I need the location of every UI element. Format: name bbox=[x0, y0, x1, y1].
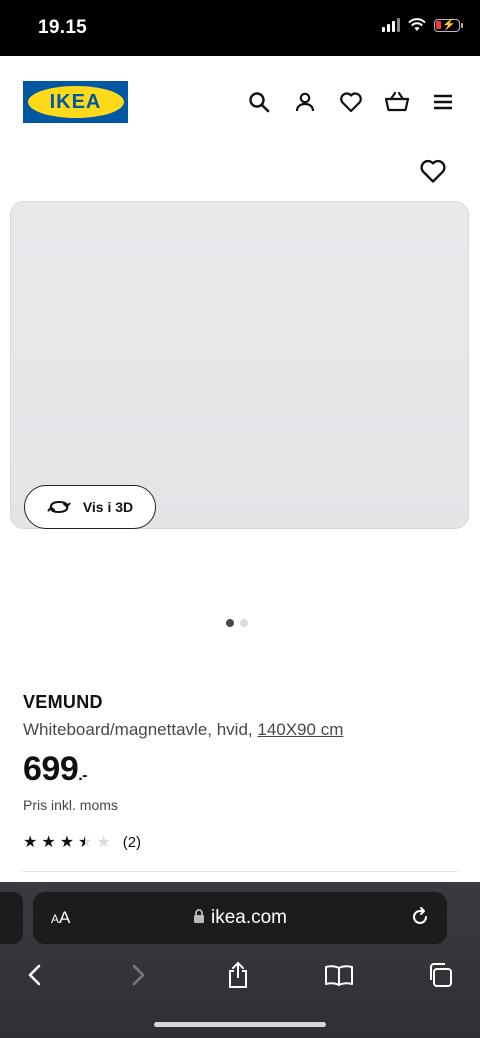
pagination-dot[interactable] bbox=[226, 619, 234, 627]
status-time: 19.15 bbox=[38, 17, 88, 38]
price-suffix: .- bbox=[78, 767, 88, 784]
price-value: 699 bbox=[23, 750, 79, 788]
back-icon[interactable] bbox=[18, 958, 52, 992]
star-empty-icon: ★ bbox=[96, 833, 111, 851]
url-display[interactable]: ikea.com bbox=[33, 907, 447, 929]
header-actions bbox=[246, 89, 456, 115]
star-icon: ★ bbox=[41, 833, 56, 851]
wifi-icon bbox=[408, 18, 426, 31]
review-count: (2) bbox=[122, 834, 142, 851]
ikea-logo[interactable]: IKEA bbox=[23, 81, 128, 123]
battery-icon: ⚡ bbox=[434, 18, 463, 32]
previous-tab-edge[interactable] bbox=[0, 892, 23, 944]
pagination-dot[interactable] bbox=[240, 619, 248, 627]
lock-icon bbox=[193, 909, 204, 923]
product-price: 699.- bbox=[23, 750, 88, 789]
menu-icon[interactable] bbox=[430, 89, 456, 115]
rotate-3d-icon bbox=[47, 500, 71, 514]
product-image[interactable] bbox=[10, 201, 469, 529]
star-icon: ★ bbox=[23, 833, 38, 851]
home-indicator[interactable] bbox=[154, 1022, 326, 1027]
browser-nav bbox=[0, 958, 480, 998]
forward-icon[interactable] bbox=[121, 958, 155, 992]
star-half-icon: ★ bbox=[78, 833, 93, 851]
bookmarks-icon[interactable] bbox=[322, 958, 356, 992]
browser-toolbar: AA ikea.com bbox=[0, 882, 480, 1038]
view-in-3d-button[interactable]: Vis i 3D bbox=[24, 485, 156, 529]
logo-text: IKEA bbox=[27, 86, 124, 118]
tabs-icon[interactable] bbox=[423, 958, 457, 992]
product-size-link[interactable]: 140X90 cm bbox=[257, 720, 343, 739]
image-pagination bbox=[226, 619, 248, 627]
status-bar: 19.15 ⚡ bbox=[0, 0, 480, 56]
share-icon[interactable] bbox=[221, 958, 255, 992]
heart-icon[interactable] bbox=[338, 89, 364, 115]
search-icon[interactable] bbox=[246, 89, 272, 115]
profile-icon[interactable] bbox=[292, 89, 318, 115]
product-rating[interactable]: ★ ★ ★ ★ ★ (2) bbox=[23, 834, 141, 851]
basket-icon[interactable] bbox=[384, 89, 410, 115]
site-header: IKEA bbox=[0, 56, 480, 148]
address-bar[interactable]: AA ikea.com bbox=[33, 892, 447, 944]
signal-icon bbox=[382, 18, 400, 32]
url-text: ikea.com bbox=[210, 907, 288, 928]
status-icons: ⚡ bbox=[382, 18, 463, 32]
add-to-wishlist-heart-icon[interactable] bbox=[419, 158, 447, 186]
divider bbox=[23, 871, 457, 872]
view-in-3d-label: Vis i 3D bbox=[82, 499, 134, 515]
price-note: Pris inkl. moms bbox=[23, 797, 118, 813]
star-icon: ★ bbox=[59, 833, 75, 851]
product-description: Whiteboard/magnettavle, hvid, 140X90 cm bbox=[23, 720, 343, 740]
reload-icon[interactable] bbox=[409, 906, 431, 933]
product-description-text: Whiteboard/magnettavle, hvid, bbox=[23, 720, 258, 739]
product-name: VEMUND bbox=[23, 692, 103, 712]
